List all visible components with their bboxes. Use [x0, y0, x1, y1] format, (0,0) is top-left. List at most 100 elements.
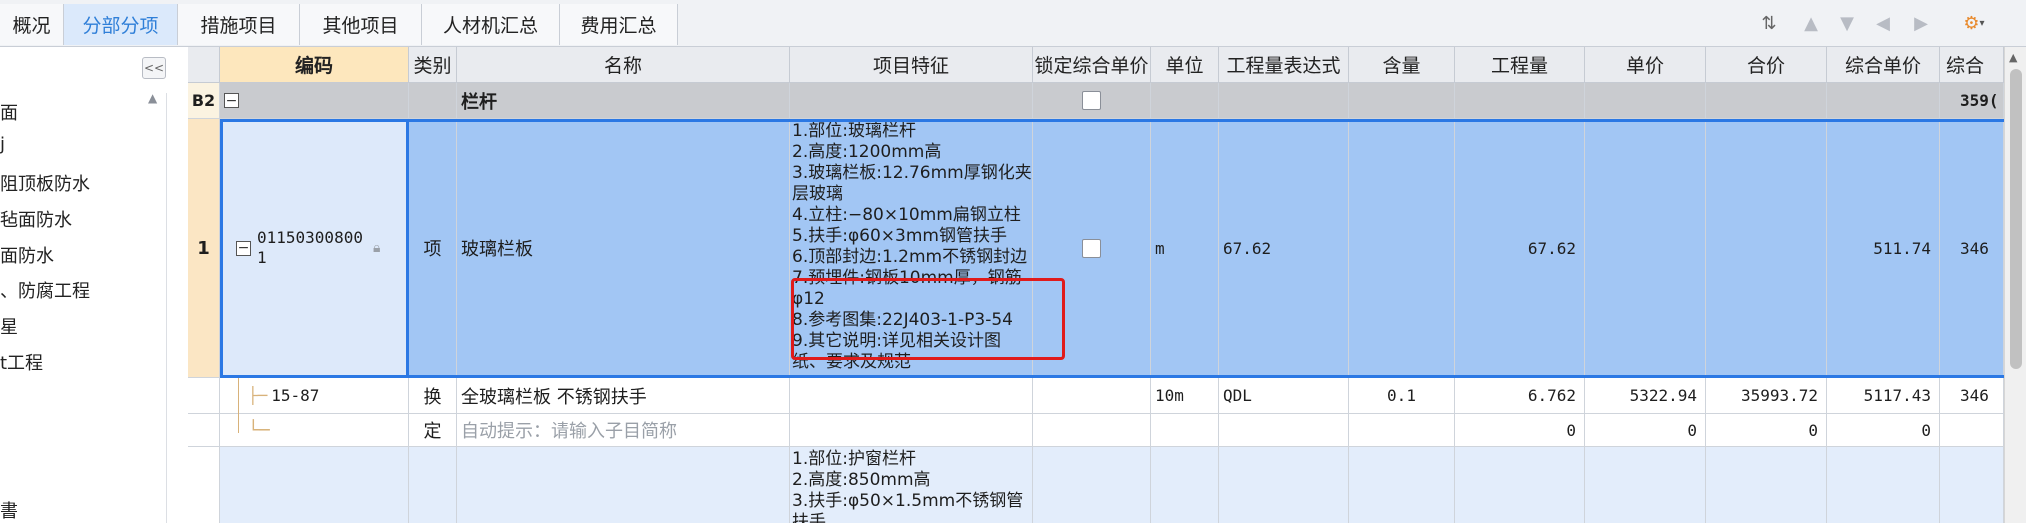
combined-total-cell[interactable] — [1940, 414, 2004, 447]
category-cell[interactable]: 项 — [409, 119, 457, 378]
quantity-cell[interactable]: 6.762 — [1455, 378, 1585, 414]
category-cell[interactable]: 换 — [409, 378, 457, 414]
sort-icon[interactable]: ⇅ — [1758, 12, 1780, 34]
quantity-cell[interactable] — [1455, 83, 1585, 119]
table-row[interactable]: ├─ 15-87 换 全玻璃栏板 不锈钢扶手 10m QDL 0.1 6.762 … — [188, 378, 2004, 414]
quantity-expr-cell[interactable] — [1219, 414, 1349, 447]
tree-item[interactable]: 毡面防水 — [0, 206, 72, 232]
col-header-category[interactable]: 类别 — [409, 47, 457, 83]
tree-item[interactable]: 書 — [0, 497, 18, 523]
tab-divisional-items[interactable]: 分部分项 — [64, 4, 178, 45]
lock-price-cell[interactable] — [1033, 378, 1151, 414]
lock-price-checkbox[interactable] — [1082, 91, 1101, 110]
features-cell[interactable]: 1.部位:护窗栏杆 2.高度:850mm高 3.扶手:φ50×1.5mm不锈钢管… — [790, 447, 1033, 523]
category-cell[interactable] — [409, 447, 457, 523]
unit-cell[interactable] — [1151, 83, 1219, 119]
table-row[interactable]: 1.部位:护窗栏杆 2.高度:850mm高 3.扶手:φ50×1.5mm不锈钢管… — [188, 447, 2004, 523]
collapse-toggle-icon[interactable]: − — [224, 93, 239, 108]
tree-item[interactable]: 面防水 — [0, 242, 54, 268]
col-header-unit-price[interactable]: 单价 — [1585, 47, 1706, 83]
features-cell[interactable] — [790, 83, 1033, 119]
content-cell[interactable] — [1349, 414, 1455, 447]
move-up-icon[interactable]: ▲ — [1800, 12, 1822, 34]
total-cell[interactable] — [1706, 119, 1827, 378]
name-cell[interactable] — [457, 447, 790, 523]
quantity-cell[interactable]: 67.62 — [1455, 119, 1585, 378]
quantity-expr-cell[interactable]: QDL — [1219, 378, 1349, 414]
content-cell[interactable]: 0.1 — [1349, 378, 1455, 414]
combined-price-cell[interactable]: 5117.43 — [1827, 378, 1940, 414]
tab-overview[interactable]: 概况 — [0, 4, 64, 45]
unit-price-cell[interactable]: 5322.94 — [1585, 378, 1706, 414]
col-header-quantity[interactable]: 工程量 — [1455, 47, 1585, 83]
move-down-icon[interactable]: ▼ — [1836, 12, 1858, 34]
combined-total-cell[interactable]: 346 — [1940, 378, 2004, 414]
code-cell[interactable] — [220, 447, 409, 523]
code-cell[interactable]: − — [220, 83, 409, 119]
tab-cost-summary[interactable]: 费用汇总 — [560, 4, 678, 45]
combined-total-cell[interactable]: 346 — [1940, 119, 2004, 378]
unit-price-cell[interactable] — [1585, 83, 1706, 119]
combined-price-cell[interactable] — [1827, 83, 1940, 119]
total-cell[interactable] — [1706, 447, 1827, 523]
col-header-name[interactable]: 名称 — [457, 47, 790, 83]
quantity-expr-cell[interactable]: 67.62 — [1219, 119, 1349, 378]
move-right-icon[interactable]: ▶ — [1910, 12, 1932, 34]
tree-item[interactable]: 阻顶板防水 — [0, 170, 90, 196]
section-row[interactable]: B2 − 栏杆 359( — [188, 83, 2004, 119]
content-cell[interactable] — [1349, 83, 1455, 119]
combined-price-cell[interactable]: 511.74 — [1827, 119, 1940, 378]
tree-item[interactable]: t工程 — [0, 349, 43, 375]
features-cell[interactable] — [790, 414, 1033, 447]
col-header-quantity-expr[interactable]: 工程量表达式 — [1219, 47, 1349, 83]
tree-item[interactable]: j — [0, 134, 5, 155]
name-cell[interactable]: 全玻璃栏板 不锈钢扶手 — [457, 378, 790, 414]
category-cell[interactable] — [409, 83, 457, 119]
combined-total-cell[interactable]: 359( — [1940, 83, 2004, 119]
col-header-total[interactable]: 合价 — [1706, 47, 1827, 83]
category-cell[interactable]: 定 — [409, 414, 457, 447]
tab-measures[interactable]: 措施项目 — [178, 4, 300, 45]
unit-cell[interactable] — [1151, 447, 1219, 523]
code-cell[interactable]: ├─ 15-87 — [220, 378, 409, 414]
combined-price-cell[interactable] — [1827, 447, 1940, 523]
scroll-thumb[interactable] — [2010, 69, 2022, 369]
features-cell[interactable]: 1.部位:玻璃栏杆 2.高度:1200mm高 3.玻璃栏板:12.76mm厚钢化… — [790, 119, 1033, 378]
col-header-combined-price[interactable]: 综合单价 — [1827, 47, 1940, 83]
quantity-cell[interactable]: 0 — [1455, 414, 1585, 447]
collapse-panel-button[interactable]: << — [142, 57, 166, 79]
col-header-lock-price[interactable]: 锁定综合单价 — [1033, 47, 1151, 83]
move-left-icon[interactable]: ◀ — [1872, 12, 1894, 34]
features-cell[interactable] — [790, 378, 1033, 414]
lock-price-cell[interactable] — [1033, 414, 1151, 447]
col-header-unit[interactable]: 单位 — [1151, 47, 1219, 83]
table-row-selected[interactable]: 1 − 011503008001 🔒︎ 项 玻璃栏板 1.部位:玻璃栏杆 2.高… — [188, 119, 2004, 378]
unit-price-cell[interactable] — [1585, 119, 1706, 378]
code-cell[interactable]: − 011503008001 🔒︎ — [220, 119, 409, 378]
unit-price-cell[interactable]: 0 — [1585, 414, 1706, 447]
lock-price-cell[interactable] — [1033, 447, 1151, 523]
unit-cell[interactable]: m — [1151, 119, 1219, 378]
total-cell[interactable] — [1706, 83, 1827, 119]
content-cell[interactable] — [1349, 447, 1455, 523]
tab-labor-material-machine[interactable]: 人材机汇总 — [422, 4, 560, 45]
lock-price-checkbox[interactable] — [1082, 238, 1101, 258]
quantity-expr-cell[interactable] — [1219, 447, 1349, 523]
quantity-cell[interactable] — [1455, 447, 1585, 523]
col-header-content[interactable]: 含量 — [1349, 47, 1455, 83]
table-row[interactable]: └─ 定 自动提示：请输入子目简称 0 0 0 0 — [188, 414, 2004, 447]
scroll-up-arrow-icon[interactable]: ▲ — [2009, 51, 2017, 64]
combined-total-cell[interactable] — [1940, 447, 2004, 523]
name-input-hint[interactable]: 自动提示：请输入子目简称 — [457, 414, 790, 447]
quantity-expr-cell[interactable] — [1219, 83, 1349, 119]
code-cell[interactable]: └─ — [220, 414, 409, 447]
collapse-toggle-icon[interactable]: − — [236, 240, 251, 256]
unit-price-cell[interactable] — [1585, 447, 1706, 523]
col-header-features[interactable]: 项目特征 — [790, 47, 1033, 83]
tree-item[interactable]: 星 — [0, 313, 18, 339]
tree-item[interactable]: 、防腐工程 — [0, 277, 90, 303]
content-cell[interactable] — [1349, 119, 1455, 378]
settings-dropdown-icon[interactable]: ⚙ ▾ — [1958, 12, 1990, 34]
col-header-code[interactable]: 编码 — [220, 47, 409, 83]
col-header-combined-total[interactable]: 综合 — [1940, 47, 2004, 83]
